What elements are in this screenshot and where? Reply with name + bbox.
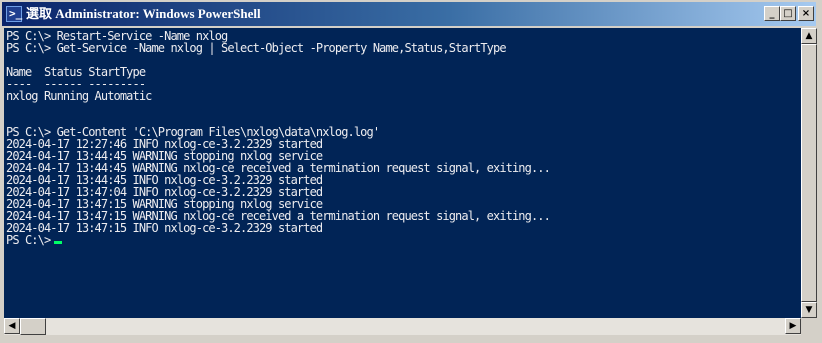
close-button[interactable]: × [798,6,814,21]
scroll-right-button[interactable]: ▶ [785,318,801,334]
console-line: PS C:\> Get-Service -Name nxlog | Select… [6,41,507,55]
console-output[interactable]: PS C:\> Restart-Service -Name nxlog PS C… [4,28,801,318]
horizontal-scrollbar[interactable]: ◀ ▶ [4,318,801,335]
prompt: PS C:\> [6,233,51,247]
text-cursor [54,241,63,244]
minimize-button[interactable]: _ [764,6,780,21]
scroll-up-button[interactable]: ▲ [801,28,817,44]
vertical-scrollbar[interactable]: ▲ ▼ [801,28,817,318]
vertical-scroll-thumb[interactable] [801,44,817,302]
scroll-down-button[interactable]: ▼ [801,302,817,318]
horizontal-scroll-thumb[interactable] [20,318,46,335]
maximize-button[interactable]: □ [780,6,796,21]
window-title: 選取 Administrator: Windows PowerShell [26,6,261,21]
console-line: nxlog Running Automatic [6,89,152,103]
resize-corner[interactable] [801,318,817,335]
console-line: 2024-04-17 13:47:15 INFO nxlog-ce-3.2.23… [6,221,323,235]
powershell-window: >_ 選取 Administrator: Windows PowerShell … [0,0,822,343]
scroll-left-button[interactable]: ◀ [4,318,20,334]
title-bar[interactable]: >_ 選取 Administrator: Windows PowerShell … [2,2,816,26]
powershell-icon[interactable]: >_ [6,6,22,22]
